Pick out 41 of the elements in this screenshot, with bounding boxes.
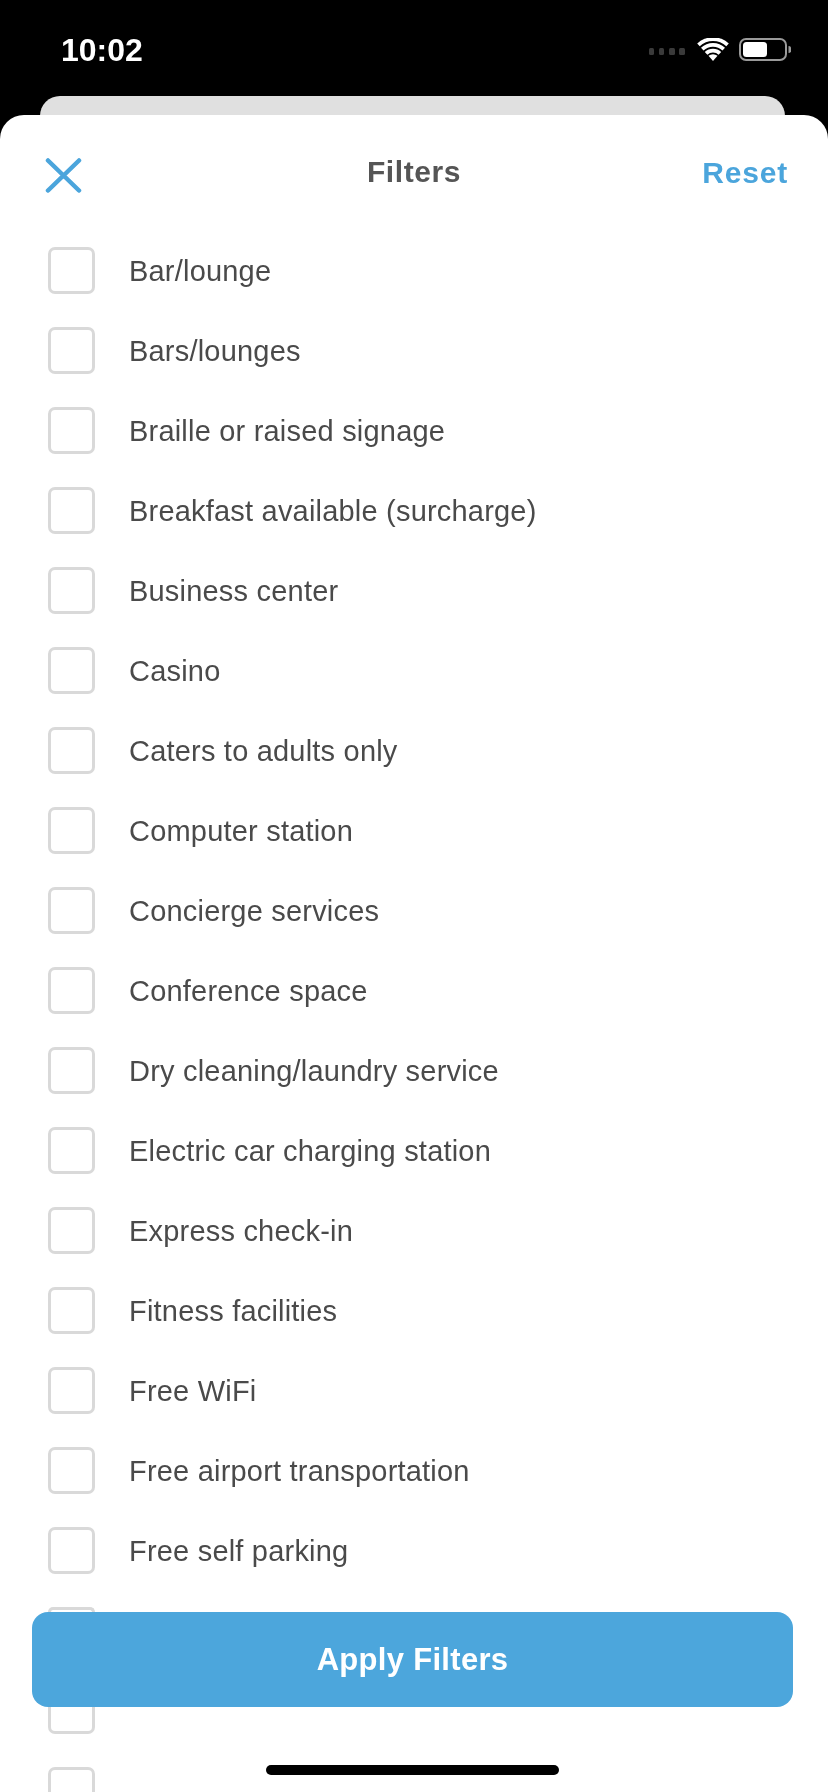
checkbox[interactable]	[48, 1447, 95, 1494]
filter-label[interactable]: Business center	[129, 574, 339, 608]
filter-label[interactable]: Braille or raised signage	[129, 414, 446, 448]
filter-label[interactable]: Free airport transportation	[129, 1454, 470, 1488]
status-time: 10:02	[61, 31, 143, 69]
filter-label[interactable]: Free self parking	[129, 1534, 349, 1568]
filter-label[interactable]: Casino	[129, 654, 221, 688]
checkbox[interactable]	[48, 967, 95, 1014]
checkbox[interactable]	[48, 1287, 95, 1334]
filter-label[interactable]: Caters to adults only	[129, 734, 398, 768]
filter-label[interactable]: Concierge services	[129, 894, 380, 928]
filter-label[interactable]: Dry cleaning/laundry service	[129, 1054, 499, 1088]
sheet-title: Filters	[366, 154, 462, 190]
checkbox[interactable]	[48, 247, 95, 294]
checkbox[interactable]	[48, 1367, 95, 1414]
checkbox[interactable]	[48, 727, 95, 774]
checkbox[interactable]	[48, 567, 95, 614]
battery-icon	[739, 38, 791, 61]
filter-label[interactable]: Express check-in	[129, 1214, 353, 1248]
filter-label[interactable]: Free WiFi	[129, 1374, 257, 1408]
checkbox[interactable]	[48, 647, 95, 694]
checkbox[interactable]	[48, 1527, 95, 1574]
checkbox[interactable]	[48, 887, 95, 934]
filter-label[interactable]: Computer station	[129, 814, 354, 848]
filter-label[interactable]: Electric car charging station	[129, 1134, 491, 1168]
checkbox[interactable]	[48, 1207, 95, 1254]
close-icon	[45, 157, 82, 193]
filter-label[interactable]: Breakfast available (surcharge)	[129, 494, 537, 528]
checkbox[interactable]	[48, 487, 95, 534]
filter-label[interactable]: Bars/lounges	[129, 334, 301, 368]
close-button[interactable]	[45, 157, 82, 193]
filter-label[interactable]: Conference space	[129, 974, 368, 1008]
checkbox[interactable]	[48, 327, 95, 374]
checkbox[interactable]	[48, 1767, 95, 1792]
checkbox[interactable]	[48, 1127, 95, 1174]
wifi-icon	[697, 38, 729, 61]
filter-label[interactable]: Fitness facilities	[129, 1294, 338, 1328]
checkbox[interactable]	[48, 407, 95, 454]
filter-label[interactable]: Bar/lounge	[129, 254, 272, 288]
checkbox[interactable]	[48, 807, 95, 854]
checkbox[interactable]	[48, 1047, 95, 1094]
